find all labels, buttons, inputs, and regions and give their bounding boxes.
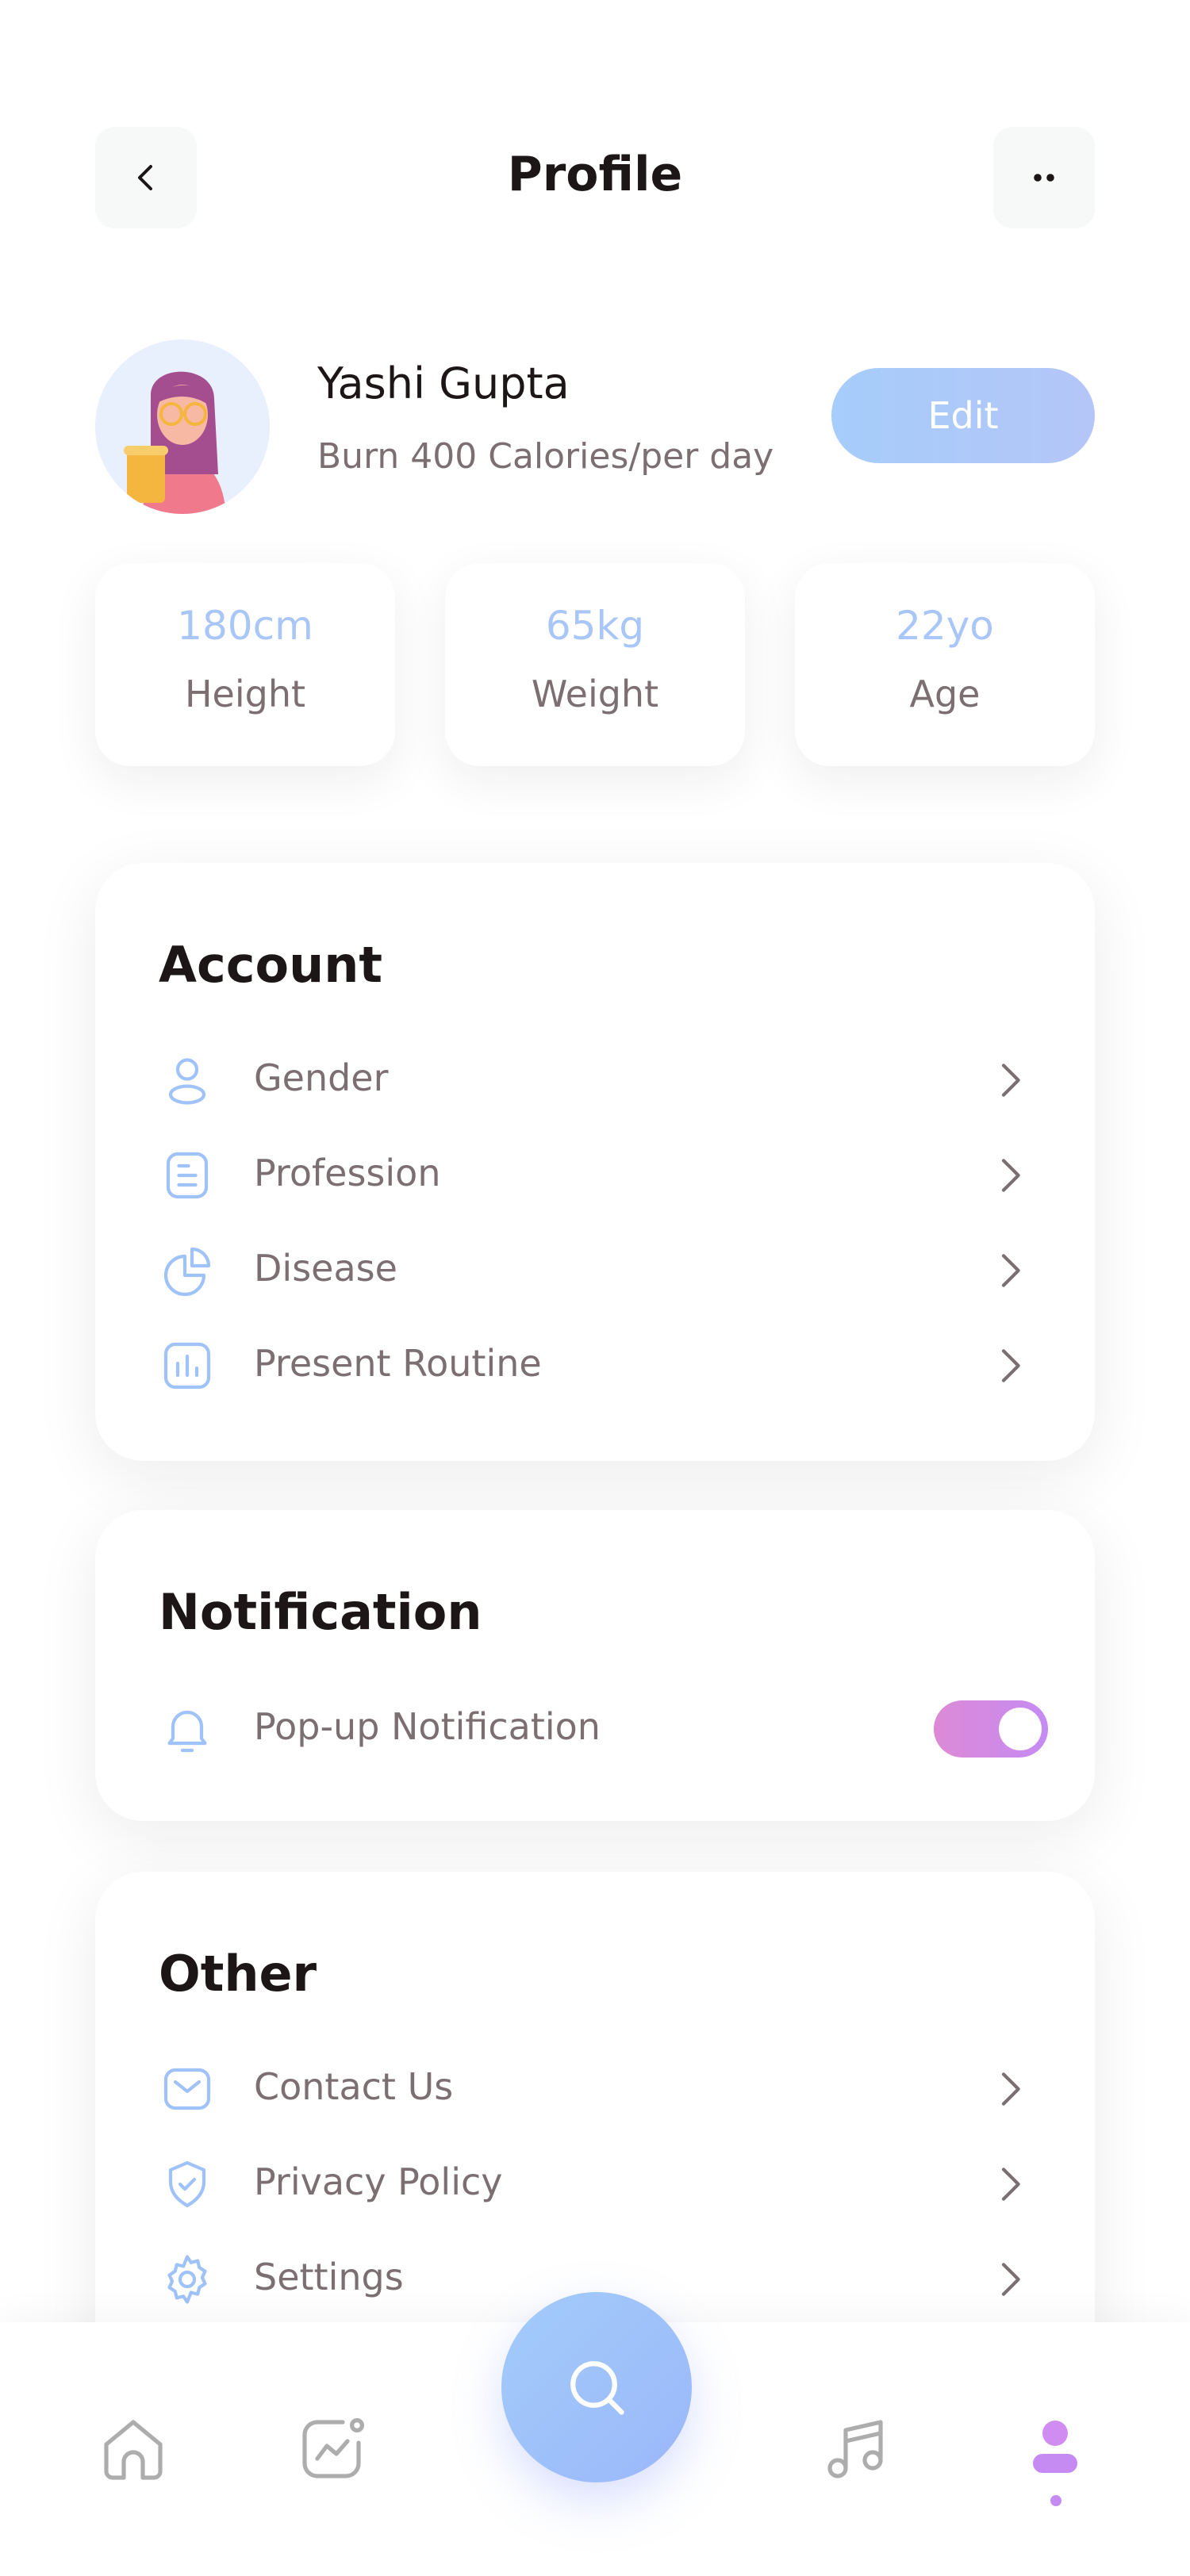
chevron-right-icon	[1001, 1159, 1020, 1192]
chevron-right-icon	[1001, 2072, 1020, 2106]
more-icon	[1034, 174, 1054, 182]
user-name: Yashi Gupta	[317, 358, 570, 408]
other-item-label: Privacy Policy	[254, 2160, 503, 2203]
edit-button[interactable]: Edit	[831, 368, 1095, 463]
notification-item-label: Pop-up Notification	[254, 1705, 601, 1748]
account-item-gender[interactable]: Gender	[159, 1041, 1031, 1120]
account-card: Account Gender Profession Disease Presen…	[95, 863, 1095, 1461]
profile-summary: Yashi Gupta Burn 400 Calories/per day Ed…	[95, 339, 1095, 516]
header: Profile	[0, 0, 1190, 262]
account-item-profession[interactable]: Profession	[159, 1136, 1031, 1215]
toggle-knob	[999, 1708, 1042, 1750]
music-icon	[827, 2420, 883, 2478]
home-icon	[104, 2420, 163, 2480]
bar-chart-icon	[163, 1342, 211, 1390]
bell-icon	[167, 1710, 207, 1753]
account-item-disease[interactable]: Disease	[159, 1231, 1031, 1310]
nav-home[interactable]	[94, 2409, 173, 2489]
stats: 180cm Height 65kg Weight 22yo Age	[95, 563, 1095, 766]
account-item-present-routine[interactable]: Present Routine	[159, 1326, 1031, 1405]
chevron-right-icon	[1001, 1254, 1020, 1287]
other-item-privacy-policy[interactable]: Privacy Policy	[159, 2145, 1031, 2224]
shield-icon	[168, 2160, 206, 2208]
stat-value: 65kg	[545, 603, 645, 649]
other-item-contact-us[interactable]: Contact Us	[159, 2049, 1031, 2129]
active-indicator	[1050, 2495, 1061, 2506]
notification-title: Notification	[159, 1583, 482, 1641]
stat-weight: 65kg Weight	[445, 563, 745, 766]
chevron-right-icon	[1001, 1064, 1020, 1097]
document-icon	[166, 1152, 209, 1199]
avatar	[95, 339, 270, 514]
search-icon	[570, 2361, 624, 2415]
other-item-label: Contact Us	[254, 2065, 454, 2108]
stat-label: Age	[909, 673, 981, 715]
other-title: Other	[159, 1945, 317, 2003]
chevron-right-icon	[1001, 2263, 1020, 2296]
user-icon	[168, 1058, 206, 1105]
stat-label: Weight	[531, 673, 659, 715]
nav-activity[interactable]	[294, 2409, 373, 2489]
chevron-right-icon	[1001, 2168, 1020, 2201]
notification-item-popup: Pop-up Notification	[159, 1689, 952, 1769]
account-title: Account	[159, 936, 382, 994]
stat-value: 22yo	[896, 603, 994, 649]
activity-icon	[302, 2418, 364, 2478]
chevron-right-icon	[1001, 1349, 1020, 1382]
other-item-label: Settings	[254, 2256, 404, 2298]
popup-notification-toggle[interactable]	[934, 1700, 1048, 1758]
stat-label: Height	[184, 673, 306, 715]
mail-icon	[163, 2068, 211, 2110]
account-item-label: Gender	[254, 1056, 389, 1099]
pie-chart-icon	[163, 1247, 211, 1297]
search-button[interactable]	[501, 2292, 692, 2482]
nav-profile[interactable]	[1015, 2409, 1095, 2489]
user-goal: Burn 400 Calories/per day	[317, 436, 774, 477]
nav-music[interactable]	[816, 2409, 895, 2489]
stat-value: 180cm	[177, 603, 313, 649]
gear-icon	[167, 2255, 207, 2304]
stat-age: 22yo Age	[795, 563, 1095, 766]
account-item-label: Profession	[254, 1152, 441, 1194]
profile-icon	[1033, 2421, 1077, 2473]
account-item-label: Disease	[254, 1247, 397, 1290]
notification-card: Notification Pop-up Notification	[95, 1510, 1095, 1821]
account-item-label: Present Routine	[254, 1342, 542, 1385]
more-button[interactable]	[993, 127, 1095, 228]
stat-height: 180cm Height	[95, 563, 395, 766]
